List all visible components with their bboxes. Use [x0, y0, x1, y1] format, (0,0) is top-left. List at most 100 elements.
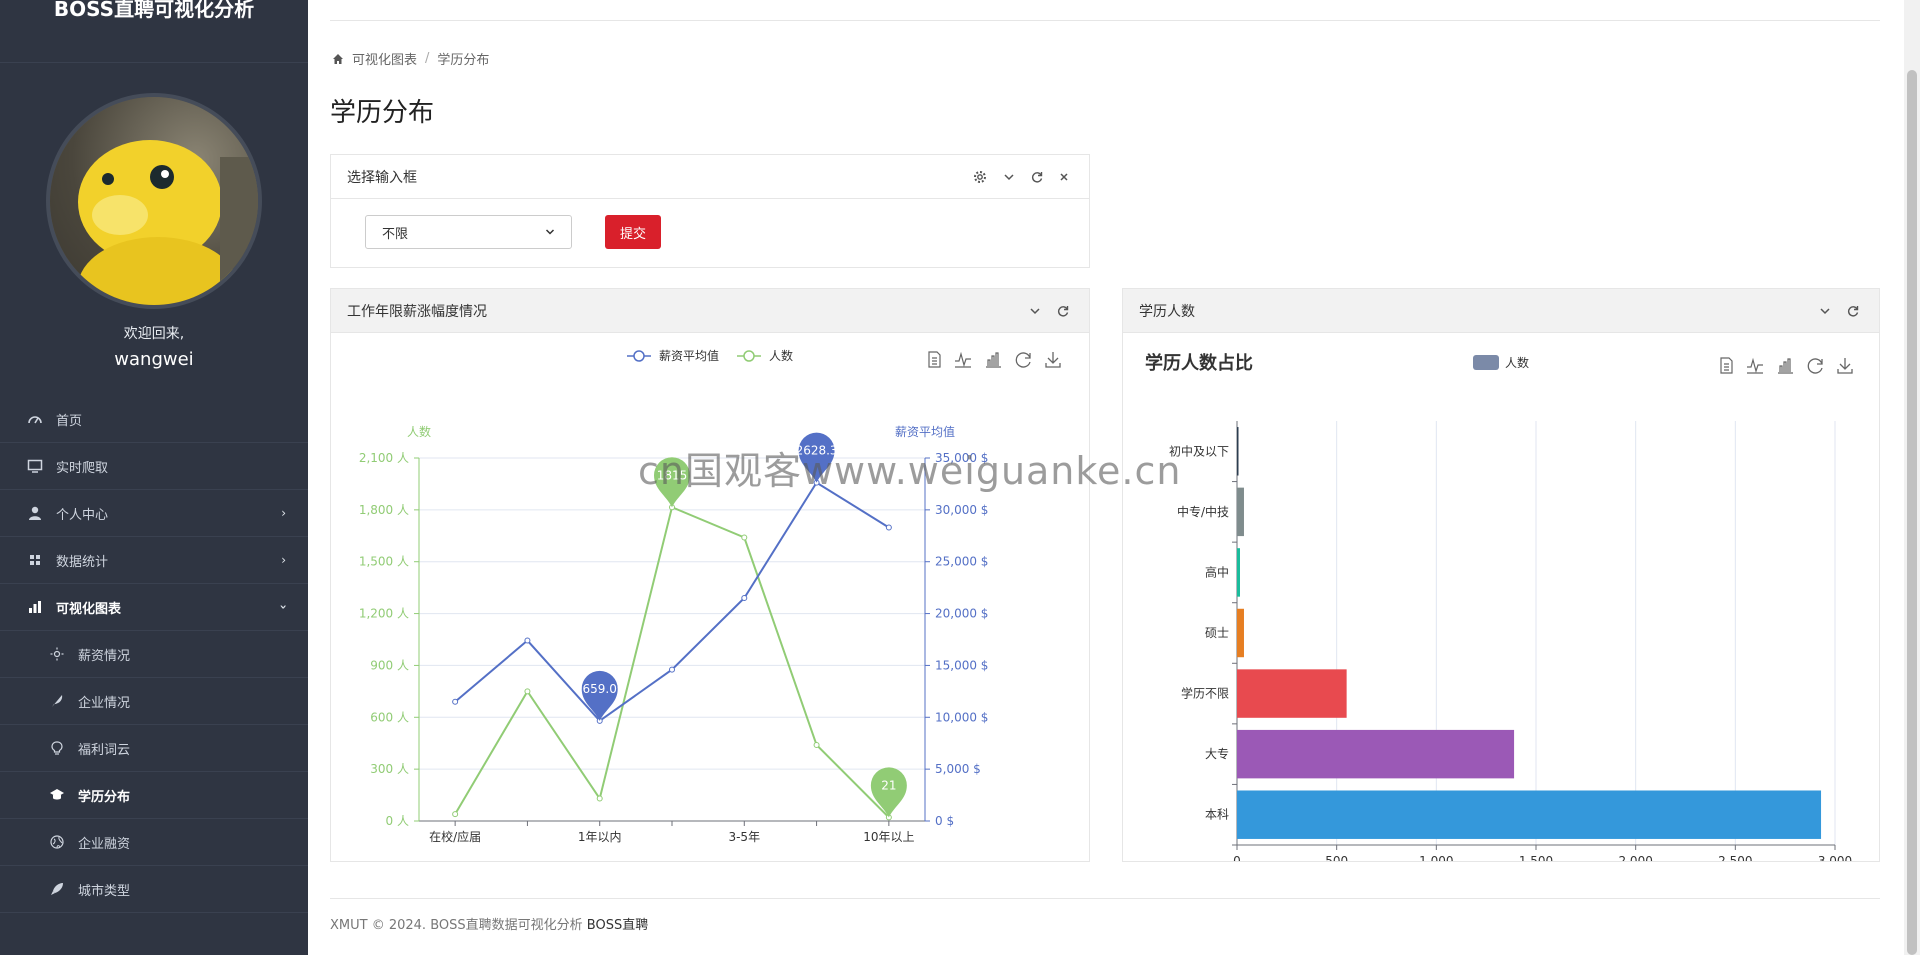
sidebar-item-salary[interactable]: 薪资情况: [0, 631, 308, 678]
scrollbar-thumb[interactable]: [1907, 70, 1917, 955]
education-select[interactable]: 不限: [365, 215, 572, 249]
x-tick-label: 3-5年: [728, 830, 760, 844]
data-point-count: [741, 534, 748, 541]
footer: XMUT © 2024. BOSS直聘数据可视化分析 BOSS直聘: [330, 914, 648, 933]
panel-header: 选择输入框: [331, 155, 1089, 199]
y-right-tick: 0 $: [935, 814, 954, 828]
marker-min-count: 21: [870, 767, 907, 818]
bar: [1237, 729, 1515, 779]
y-right-tick: 15,000 $: [935, 658, 988, 672]
refresh-icon[interactable]: [1847, 305, 1859, 317]
panel-tools: [1029, 289, 1069, 333]
legend-swatch: [1473, 355, 1499, 370]
bar-type-icon[interactable]: [1778, 358, 1793, 374]
sidebar-nav: 首页 实时爬取 个人中心 › 数据统计 › 可视化图表 › 薪资情况 企业情况 …: [0, 396, 308, 913]
refresh-icon[interactable]: [1057, 305, 1069, 317]
series-line-count: [454, 505, 890, 819]
y-tick-label: 学历不限: [1181, 686, 1229, 701]
panel-header: 工作年限薪涨幅度情况: [331, 289, 1089, 333]
x-tick-label: 1年以内: [578, 830, 622, 844]
sidebar-item-charts[interactable]: 可视化图表 ›: [0, 584, 308, 631]
data-point-count: [813, 741, 820, 748]
footer-divider: [330, 898, 1880, 899]
y-tick-label: 高中: [1205, 564, 1229, 579]
bar-chart: 学历人数占比 人数 0 500 1,000 1,500 2,000 2,500 3,000 本科 大…: [1145, 352, 1853, 868]
chevron-down-icon[interactable]: [1029, 305, 1041, 317]
marker-min-salary-label: 9659.09: [575, 682, 625, 696]
sidebar-item-company[interactable]: 企业情况: [0, 678, 308, 725]
data-view-icon[interactable]: [1720, 357, 1733, 374]
breadcrumb-current: 学历分布: [437, 53, 490, 68]
sidebar-item-home[interactable]: 首页: [0, 396, 308, 443]
bulb-icon: [48, 739, 66, 757]
panel-tools: [973, 155, 1069, 199]
y-tick-label: 中专/中技: [1177, 504, 1229, 519]
line-chart-panel: 工作年限薪涨幅度情况 薪资平均值 人数 人数 薪资平均值 0 人0 $300 人 5,00…: [330, 288, 1090, 862]
brand: BOSS直聘可视化分析: [0, 0, 308, 63]
data-point-salary: [669, 666, 675, 673]
sidebar-item-wordcloud[interactable]: 福利词云: [0, 725, 308, 772]
bar: [1237, 790, 1822, 839]
x-tick-label: 3,000: [1818, 854, 1852, 861]
bar: [1237, 427, 1239, 476]
panel-title: 学历人数: [1139, 303, 1195, 320]
line-type-icon[interactable]: [1747, 357, 1763, 374]
x-tick-label: 1,000: [1419, 854, 1453, 861]
watermark: cn国观客www.weiguanke.cn: [638, 449, 1182, 493]
feather-icon: [48, 692, 66, 710]
download-icon[interactable]: [1837, 358, 1853, 374]
sidebar-item-financing[interactable]: 企业融资: [0, 819, 308, 866]
y-left-tick: 900 人: [370, 658, 409, 672]
y-left-tick: 1,800 人: [359, 503, 409, 517]
data-point-salary: [741, 595, 748, 602]
sidebar-item-label: 可视化图表: [56, 601, 122, 617]
sidebar-item-crawl[interactable]: 实时爬取: [0, 443, 308, 490]
username: wangwei: [114, 349, 194, 370]
gear-icon[interactable]: [973, 170, 987, 184]
scrollbar[interactable]: [1904, 0, 1920, 955]
panel-title: 选择输入框: [347, 169, 417, 186]
grid-icon: [26, 551, 44, 569]
y-right-tick: 10,000 $: [935, 710, 988, 724]
y-left-tick: 600 人: [370, 710, 409, 724]
sidebar-item-label: 首页: [56, 413, 83, 429]
bar-chart-icon: [26, 598, 44, 616]
chart-toolbox: [928, 351, 1061, 368]
chevron-down-icon[interactable]: [1003, 171, 1015, 183]
y-left-tick: 1,200 人: [359, 607, 409, 621]
sidebar-item-stats[interactable]: 数据统计 ›: [0, 537, 308, 584]
data-point-count: [596, 795, 603, 802]
data-point-salary: [885, 524, 892, 531]
submit-button[interactable]: 提交: [605, 215, 661, 249]
data-point-salary: [524, 637, 531, 644]
sidebar-item-education[interactable]: 学历分布: [0, 772, 308, 819]
restore-icon[interactable]: [1807, 358, 1823, 374]
data-view-icon[interactable]: [928, 351, 941, 368]
close-icon[interactable]: [1059, 172, 1069, 182]
line-type-icon[interactable]: [955, 351, 971, 368]
line-chart: 薪资平均值 人数人数 薪资平均值0 人0 $300 人 5,000 $600 人 10,…: [359, 348, 1061, 844]
sidebar-item-profile[interactable]: 个人中心 ›: [0, 490, 308, 537]
chevron-down-icon[interactable]: [1819, 305, 1831, 317]
x-tick-label: 2,500: [1718, 854, 1752, 861]
sidebar-item-city[interactable]: 城市类型: [0, 866, 308, 913]
footer-brand[interactable]: BOSS直聘: [587, 918, 648, 933]
chart-toolbox: [1720, 357, 1853, 374]
legend-item: 人数: [769, 348, 793, 363]
chevron-right-icon: ›: [281, 506, 286, 520]
sidebar-item-label: 学历分布: [78, 789, 131, 805]
y-right-tick: 20,000 $: [935, 607, 988, 621]
bar-type-icon[interactable]: [986, 352, 1001, 368]
breadcrumb-home[interactable]: 可视化图表: [352, 49, 417, 68]
select-panel: 选择输入框 不限 提交: [330, 154, 1090, 268]
restore-icon[interactable]: [1015, 352, 1031, 368]
x-tick-label: 500: [1325, 854, 1348, 861]
download-icon[interactable]: [1045, 352, 1061, 368]
chart-legend: 人数: [1473, 355, 1529, 370]
sidebar-item-label: 数据统计: [56, 554, 109, 570]
sidebar: BOSS直聘可视化分析 欢迎回来, wangwei 首页 实时爬取 个人中心 ›…: [0, 0, 308, 955]
footer-text: XMUT © 2024. BOSS直聘数据可视化分析: [330, 918, 587, 933]
data-point-count: [524, 688, 531, 695]
y-tick-label: 硕士: [1205, 626, 1229, 640]
refresh-icon[interactable]: [1031, 171, 1043, 183]
